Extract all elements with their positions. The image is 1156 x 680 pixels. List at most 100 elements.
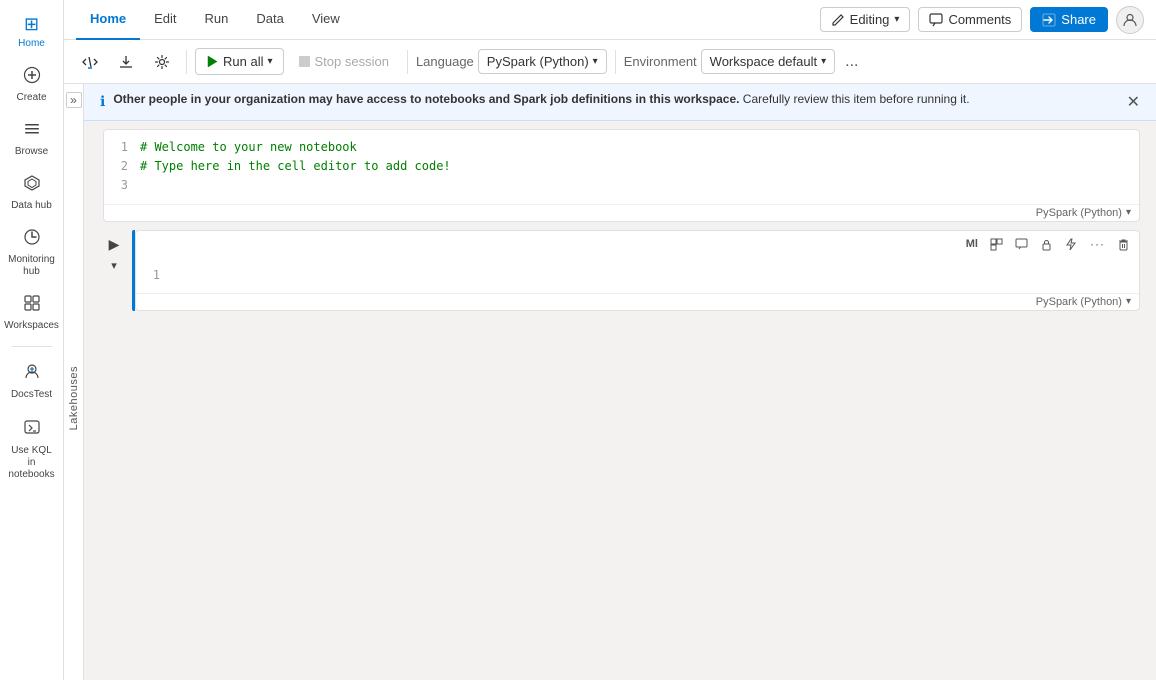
docstest-icon <box>22 361 42 386</box>
environment-dropdown[interactable]: Workspace default ▾ <box>701 49 835 74</box>
code-comment-2: # Type here in the cell editor to add co… <box>140 157 451 176</box>
lakehouses-label: Lakehouses <box>68 366 80 430</box>
stop-icon <box>298 55 311 68</box>
editing-chevron: ▾ <box>894 14 899 25</box>
collapse-panel-button[interactable]: » <box>66 92 82 108</box>
cell-2-code-area: 1 <box>136 258 1139 293</box>
settings-icon <box>154 54 170 70</box>
environment-chevron: ▾ <box>821 56 826 67</box>
language-value: PySpark (Python) <box>487 54 589 69</box>
tab-edit[interactable]: Edit <box>140 0 190 40</box>
run-all-button[interactable]: Run all ▾ <box>195 48 284 75</box>
sidebar-item-create-label: Create <box>16 92 46 104</box>
more-options-button[interactable]: ... <box>839 49 864 75</box>
line-num-1: 1 <box>116 138 128 157</box>
cell-2-main: Ml <box>135 230 1140 311</box>
cell-1-main: 1 2 3 # Welcome to your new notebook <box>103 129 1140 222</box>
editing-button[interactable]: Editing ▾ <box>820 7 911 32</box>
share-label: Share <box>1061 12 1096 27</box>
sidebar-item-kql-label: Use KQL in notebooks <box>8 445 56 481</box>
line-num-2: 2 <box>116 157 128 176</box>
comments-button[interactable]: Comments <box>918 7 1022 32</box>
sidebar-item-datahub[interactable]: Data hub <box>4 168 60 218</box>
run-icon <box>206 55 219 68</box>
cell-toolbar-comment[interactable] <box>1010 236 1033 253</box>
sidebar-item-browse[interactable]: Browse <box>4 114 60 164</box>
cell-1-language: PySpark (Python) <box>1036 207 1122 219</box>
cell-toolbar-convert[interactable] <box>985 236 1008 253</box>
sidebar-item-home-label: Home <box>18 38 45 50</box>
sidebar-item-monitoring[interactable]: Monitoring hub <box>4 222 60 284</box>
cell-2-lang-chevron[interactable]: ▾ <box>1126 296 1131 307</box>
lakehouses-panel: » Lakehouses <box>64 84 84 680</box>
sidebar-item-kql[interactable]: Use KQL in notebooks <box>4 411 60 487</box>
code-line-3 <box>140 176 1123 195</box>
avatar-button[interactable] <box>1116 6 1144 34</box>
edit-icon <box>831 13 845 27</box>
environment-label: Environment <box>624 54 697 69</box>
cell-2-run-col: ▶ ▾ <box>100 230 132 274</box>
cell-1-content[interactable]: 1 2 3 # Welcome to your new notebook <box>103 129 1140 222</box>
cell-2-language: PySpark (Python) <box>1036 296 1122 308</box>
ribbon-divider-3 <box>615 50 616 74</box>
cell-2-line-numbers: 1 <box>136 266 172 285</box>
add-code-icon <box>82 54 98 70</box>
run-cell-button[interactable]: ▶ <box>107 234 122 255</box>
environment-value: Workspace default <box>710 54 817 69</box>
cell-2-code-line-1 <box>172 266 1123 285</box>
comments-icon <box>929 13 943 27</box>
kql-icon <box>22 417 42 442</box>
settings-button[interactable] <box>146 49 178 75</box>
info-banner-bold: Other people in your organization may ha… <box>113 92 739 106</box>
language-chevron: ▾ <box>593 56 598 67</box>
nav-tabs: Home Edit Run Data View <box>76 0 354 40</box>
convert-icon <box>990 238 1003 251</box>
content-area: » Lakehouses ℹ Other people in your orga… <box>64 84 1156 680</box>
cell-toolbar-ml[interactable]: Ml <box>961 236 983 252</box>
run-cell-dropdown[interactable]: ▾ <box>109 257 119 274</box>
add-code-button[interactable] <box>74 49 106 75</box>
cell-toolbar-lock[interactable] <box>1035 236 1058 253</box>
main-area: Home Edit Run Data View Editing ▾ Commen… <box>64 0 1156 680</box>
cell-1-line-numbers: 1 2 3 <box>104 138 140 196</box>
sidebar-item-monitoring-label: Monitoring hub <box>8 254 56 278</box>
cell-1-code[interactable]: # Welcome to your new notebook # Type he… <box>140 138 1139 196</box>
comments-label: Comments <box>948 12 1011 27</box>
tab-view[interactable]: View <box>298 0 354 40</box>
code-comment-1: # Welcome to your new notebook <box>140 138 357 157</box>
sidebar-item-workspaces[interactable]: Workspaces <box>4 288 60 338</box>
ribbon-toolbar: Run all ▾ Stop session Language PySpark … <box>64 40 1156 84</box>
sidebar-item-workspaces-label: Workspaces <box>4 320 59 332</box>
workspaces-icon <box>23 294 41 317</box>
topbar-actions: Editing ▾ Comments Share <box>820 6 1144 34</box>
language-dropdown[interactable]: PySpark (Python) ▾ <box>478 49 607 74</box>
cell-2: ▶ ▾ Ml <box>100 230 1140 311</box>
info-banner-rest: Carefully review this item before runnin… <box>739 92 969 106</box>
cell-1-lang-chevron[interactable]: ▾ <box>1126 207 1131 218</box>
run-all-chevron: ▾ <box>267 56 272 67</box>
info-banner-close[interactable]: ✕ <box>1127 92 1140 112</box>
import-button[interactable] <box>110 49 142 75</box>
sidebar-item-home[interactable]: ⊞ Home <box>4 8 60 56</box>
cell-2-code[interactable] <box>172 266 1139 285</box>
sidebar: ⊞ Home Create Browse Data hub Monitoring… <box>0 0 64 680</box>
sidebar-item-create[interactable]: Create <box>4 60 60 110</box>
share-button[interactable]: Share <box>1030 7 1108 32</box>
user-icon <box>1122 12 1138 28</box>
sidebar-item-docstest[interactable]: DocsTest <box>4 355 60 407</box>
cell-toolbar-spark[interactable] <box>1060 236 1083 253</box>
cell-2-row: ▶ ▾ Ml <box>100 230 1140 311</box>
browse-icon <box>23 120 41 143</box>
code-line-1: # Welcome to your new notebook <box>140 138 1123 157</box>
stop-session-button: Stop session <box>288 49 399 74</box>
tab-run[interactable]: Run <box>191 0 243 40</box>
cell-1: 1 2 3 # Welcome to your new notebook <box>100 129 1140 222</box>
cell-toolbar-more[interactable]: ··· <box>1085 235 1110 253</box>
line-num-3: 3 <box>116 176 128 195</box>
language-label: Language <box>416 54 474 69</box>
cell-2-content[interactable]: 1 PySpark (Python) ▾ <box>135 258 1140 311</box>
info-banner: ℹ Other people in your organization may … <box>84 84 1156 121</box>
tab-data[interactable]: Data <box>242 0 297 40</box>
cell-toolbar-delete[interactable] <box>1112 236 1135 253</box>
tab-home[interactable]: Home <box>76 0 140 40</box>
